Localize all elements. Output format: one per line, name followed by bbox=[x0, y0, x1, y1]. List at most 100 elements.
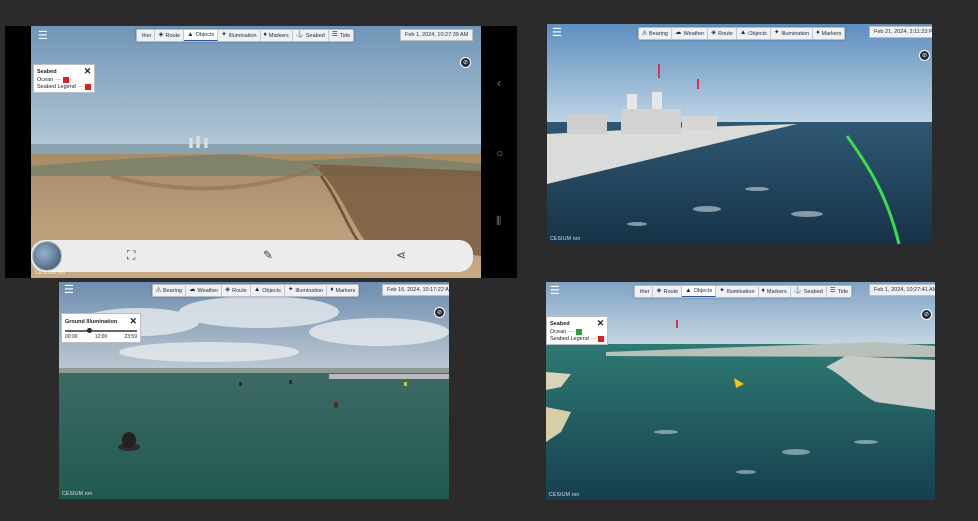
home-nav-icon[interactable]: ○ bbox=[496, 146, 503, 160]
toolbar-label: Illumination bbox=[781, 30, 810, 37]
date-display: Feb 21, 2024, 2:11:23 PM bbox=[869, 26, 932, 38]
coastline-view[interactable] bbox=[546, 282, 935, 500]
toolbar-label: Bearing bbox=[163, 287, 182, 294]
toolbar-objects[interactable]: ▲ Objects bbox=[251, 285, 285, 296]
toolbar-route[interactable]: ◈ Route bbox=[708, 28, 737, 39]
close-icon[interactable]: ✕ bbox=[597, 319, 605, 328]
compass-icon[interactable]: ⊘ bbox=[919, 50, 930, 61]
toolbar-markers[interactable]: ♦ Markers bbox=[759, 286, 791, 297]
close-icon[interactable]: ✕ bbox=[84, 67, 92, 76]
menu-icon[interactable]: ☰ bbox=[550, 286, 560, 297]
scroll-capture-icon[interactable]: ⛶ bbox=[127, 248, 135, 263]
weather-icon: ☁ bbox=[188, 286, 196, 294]
toolbar-label: Tide bbox=[837, 288, 849, 295]
toolbar-label: Bearing bbox=[649, 30, 668, 37]
objects-icon: ▲ bbox=[739, 29, 747, 37]
toolbar-objects[interactable]: ▲ Objects bbox=[737, 28, 771, 39]
toolbar-label: Route bbox=[663, 288, 679, 295]
toolbar-illumination[interactable]: ✦ Illumination bbox=[771, 28, 814, 39]
edit-crop-icon[interactable]: ✎ bbox=[263, 248, 273, 262]
compass-icon[interactable]: ⊘ bbox=[921, 309, 932, 320]
toolbar-route[interactable]: ◈ Route bbox=[155, 30, 185, 41]
route-icon: ◈ bbox=[158, 31, 164, 39]
legend-label: Ocean bbox=[37, 77, 54, 83]
illumination-title: Ground Illumination bbox=[65, 318, 118, 325]
toolbar-seabed[interactable]: ⚓ Seabed bbox=[791, 286, 827, 297]
seabed-legend: Seabed ✕ Ocean — Seabed Legend — bbox=[33, 64, 96, 93]
toolbar-markers[interactable]: ♦ Markers bbox=[327, 285, 358, 296]
thumbnail-avatar[interactable] bbox=[32, 241, 62, 271]
toolbar-objects[interactable]: ▲ Objects bbox=[184, 30, 219, 41]
tides-icon: ☰ bbox=[829, 287, 836, 295]
menu-icon[interactable]: ☰ bbox=[552, 28, 562, 39]
legend-swatch bbox=[598, 336, 605, 342]
compass-icon[interactable]: ⊘ bbox=[460, 57, 471, 68]
toolbar-illumination[interactable]: ✦ Illumination bbox=[218, 30, 261, 41]
toolbar-weather[interactable]: ☁ Weather bbox=[672, 28, 709, 39]
toolbar-label: Illumination bbox=[726, 288, 755, 295]
toolbar-route[interactable]: ◈ Route bbox=[653, 286, 683, 297]
legend-swatch bbox=[85, 84, 92, 90]
share-icon[interactable]: ⋖ bbox=[396, 248, 406, 262]
toolbar-label: Seabed bbox=[803, 288, 823, 295]
toolbar-tides[interactable]: ☰ Tide bbox=[329, 30, 353, 41]
menu-icon[interactable]: ☰ bbox=[38, 31, 48, 42]
legend-dash: — bbox=[590, 336, 597, 342]
toolbar-weather[interactable]: ther bbox=[635, 286, 654, 297]
toolbar-illumination[interactable]: ✦ Illumination bbox=[716, 286, 759, 297]
toolbar-bearing[interactable]: ◬ Bearing bbox=[639, 28, 672, 39]
toolbar-weather[interactable]: ther bbox=[137, 30, 156, 41]
toolbar-illumination[interactable]: ✦ Illumination bbox=[285, 285, 328, 296]
date-display: Feb 16, 2024, 10:17:22 AM bbox=[382, 284, 449, 296]
legend-label: Seabed Legend bbox=[37, 84, 76, 90]
toolbar-seabed[interactable]: ⚓ Seabed bbox=[293, 30, 329, 41]
seabed-icon: ⚓ bbox=[793, 287, 802, 295]
legend-row: Ocean — bbox=[37, 77, 91, 83]
buoy-sea-panel: ☰ ◬ Bearing ☁ Weather ◈ Route ▲ Objects ✦ Ill… bbox=[59, 282, 449, 499]
toolbar-route[interactable]: ◈ Route bbox=[222, 285, 251, 296]
toolbar-label: ther bbox=[640, 288, 650, 295]
toolbar-weather[interactable]: ☁ Weather bbox=[186, 285, 223, 296]
menu-icon[interactable]: ☰ bbox=[64, 285, 74, 296]
compass-icon[interactable]: ⊘ bbox=[434, 307, 445, 318]
legend-row: Seabed Legend — bbox=[550, 336, 605, 342]
toolbar-label: Route bbox=[165, 32, 181, 39]
objects-icon: ▲ bbox=[253, 286, 261, 294]
toolbar-tides[interactable]: ☰ Tide bbox=[827, 286, 851, 297]
legend-dash: — bbox=[55, 77, 61, 83]
toolbar-label: Objects bbox=[262, 287, 281, 294]
illumination-slider[interactable] bbox=[65, 328, 137, 333]
toolbar-label: Route bbox=[718, 30, 733, 37]
main-toolbar: ◬ Bearing ☁ Weather ◈ Route ▲ Objects ✦ Illum… bbox=[638, 27, 846, 40]
toolbar-label: Markers bbox=[821, 30, 842, 37]
illumination-icon: ✦ bbox=[719, 287, 725, 295]
date-display: Feb 1, 2024, 10:27:41 AM bbox=[869, 284, 935, 296]
bearing-icon: ◬ bbox=[642, 29, 647, 37]
back-nav-icon[interactable]: ‹ bbox=[497, 76, 501, 90]
illumination-icon: ✦ bbox=[773, 29, 780, 37]
legend-title: Seabed bbox=[550, 320, 570, 327]
illumination-icon: ✦ bbox=[221, 31, 227, 39]
legend-label: Seabed Legend bbox=[550, 336, 589, 342]
main-toolbar: ther ◈ Route ▲ Objects ✦ Illumination ♦ Mark… bbox=[634, 285, 853, 298]
toolbar-label: Route bbox=[232, 287, 247, 294]
toolbar-label: Weather bbox=[683, 30, 705, 37]
toolbar-markers[interactable]: ♦ Markers bbox=[813, 28, 844, 39]
slider-thumb[interactable] bbox=[86, 328, 92, 333]
harbor-view[interactable] bbox=[547, 24, 932, 244]
toolbar-bearing[interactable]: ◬ Bearing bbox=[153, 285, 186, 296]
seabed-legend: Seabed ✕ Ocean — Seabed Legend — bbox=[546, 316, 609, 345]
markers-icon: ♦ bbox=[263, 31, 267, 39]
bearing-icon: ◬ bbox=[156, 286, 161, 294]
toolbar-objects[interactable]: ▲ Objects bbox=[682, 286, 717, 297]
toolbar-label: Markers bbox=[766, 288, 787, 295]
phone-capture-panel: ☰ ther ◈ Route ▲ Objects ✦ Illumination ♦ Ma… bbox=[5, 26, 517, 278]
markers-icon: ♦ bbox=[330, 286, 334, 294]
toolbar-label: Objects bbox=[195, 32, 215, 38]
cesium-logo: CESIUM ion bbox=[62, 491, 93, 497]
ground-illumination-panel: Ground Illumination ✕ 00:00 12:00 23:59 bbox=[61, 313, 141, 343]
close-icon[interactable]: ✕ bbox=[129, 316, 137, 327]
toolbar-markers[interactable]: ♦ Markers bbox=[261, 30, 293, 41]
recents-nav-icon[interactable]: ⦀ bbox=[496, 214, 501, 229]
screenshot-action-bar: ⛶ ✎ ⋖ bbox=[31, 240, 473, 272]
